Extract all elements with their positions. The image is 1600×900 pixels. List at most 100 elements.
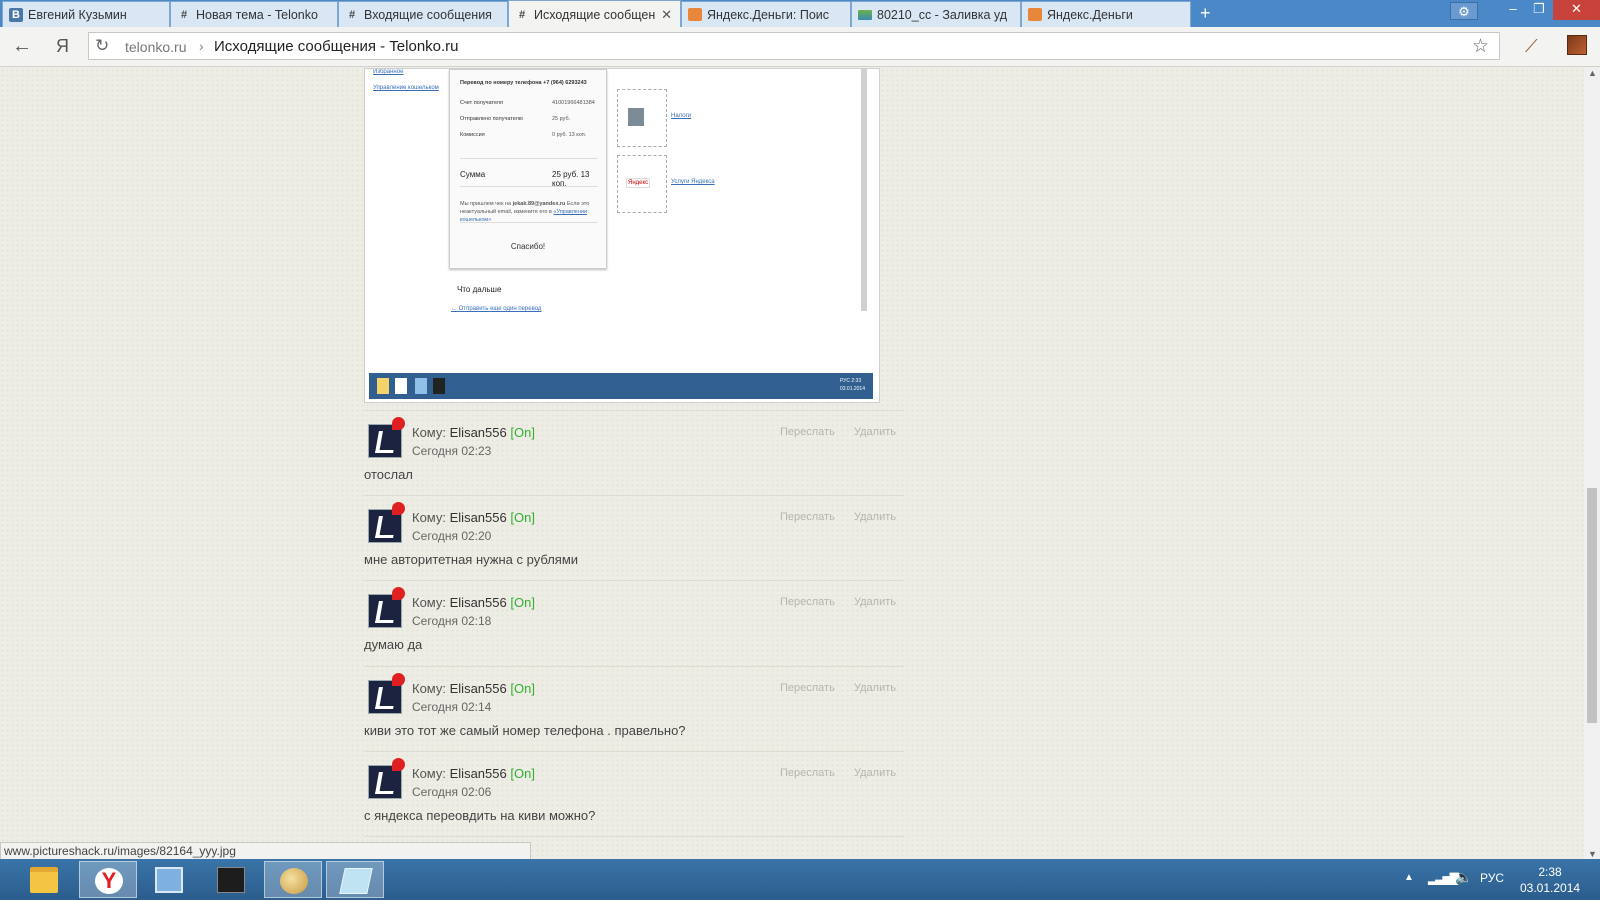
bookmark-star-icon[interactable]: ☆ — [1472, 35, 1489, 58]
close-tab-icon[interactable]: ✕ — [661, 7, 672, 23]
message-time: Сегодня 02:20 — [412, 529, 492, 543]
scroll-down-icon[interactable]: ▼ — [1588, 849, 1597, 859]
santa-hat-icon — [392, 502, 405, 515]
forward-button[interactable]: Переслать — [780, 596, 835, 608]
forward-button[interactable]: Переслать — [780, 767, 835, 779]
reload-icon[interactable]: ↻ — [95, 36, 109, 56]
embedded-screenshot-image[interactable]: Избранное Управление кошельком Перевод п… — [364, 68, 880, 403]
yandex-home-button[interactable]: Я — [56, 36, 69, 57]
message-time: Сегодня 02:06 — [412, 785, 492, 799]
forward-button[interactable]: Переслать — [780, 511, 835, 523]
taskbar-control-panel[interactable] — [140, 861, 198, 898]
image-icon — [858, 9, 872, 20]
receipt-heading: Перевод по номеру телефона +7 (964) 6293… — [460, 80, 587, 86]
vk-icon: B — [9, 7, 23, 22]
online-status: [On] — [510, 595, 535, 610]
language-indicator[interactable]: РУС — [1480, 871, 1504, 885]
page-content: Избранное Управление кошельком Перевод п… — [0, 68, 1584, 859]
address-page-title: Исходящие сообщения - Telonko.ru — [214, 38, 459, 55]
recipient-username[interactable]: Elisan556 — [450, 425, 507, 440]
receipt-label: Комиссия — [460, 132, 485, 138]
tab-inbox[interactable]: # Входящие сообщения — [338, 1, 508, 27]
taskbar-paint[interactable] — [264, 861, 322, 898]
address-bar[interactable]: ↻ telonko.ru › Исходящие сообщения - Tel… — [88, 32, 1500, 60]
taskbar-apps[interactable] — [202, 861, 260, 898]
extension-tool-icon[interactable]: ⟋ — [1525, 36, 1538, 57]
receipt-label: Отправлено получателю — [460, 116, 523, 122]
delete-button[interactable]: Удалить — [854, 426, 896, 438]
receipt-sum-label: Сумма — [460, 170, 486, 179]
taskbar-notepad[interactable] — [326, 861, 384, 898]
recipient-username[interactable]: Elisan556 — [450, 681, 507, 696]
to-label: Кому: — [412, 595, 446, 610]
tab-yandex-money[interactable]: Яндекс.Деньги — [1021, 1, 1191, 27]
tray-expand-icon[interactable]: ▲ — [1404, 872, 1414, 883]
settings-gear-icon[interactable]: ⚙ — [1450, 2, 1478, 20]
note-email: jekak.89@yandex.ru — [512, 201, 566, 207]
forward-button[interactable]: Переслать — [780, 682, 835, 694]
receipt-value: 41001966481384 — [552, 100, 595, 106]
to-label: Кому: — [412, 681, 446, 696]
back-arrow-icon[interactable]: ← — [12, 35, 32, 58]
minimize-button[interactable]: – — [1500, 0, 1526, 20]
recipient-username[interactable]: Elisan556 — [450, 766, 507, 781]
online-status: [On] — [510, 766, 535, 781]
mini-clock: РУС 2:33 03.01.2014 — [840, 377, 865, 393]
santa-hat-icon — [392, 587, 405, 600]
to-label: Кому: — [412, 425, 446, 440]
next-link-text: Отправить еще один перевод — [458, 306, 542, 312]
receipt-thanks: Спасибо! — [510, 242, 546, 251]
receipt-value: 25 руб. — [552, 116, 571, 122]
scroll-up-icon[interactable]: ▲ — [1588, 68, 1597, 78]
folder-icon — [30, 867, 58, 893]
recipient-username[interactable]: Elisan556 — [450, 595, 507, 610]
maximize-button[interactable]: ❐ — [1526, 0, 1552, 20]
receipt-divider — [460, 186, 598, 187]
extension-avatar-icon[interactable] — [1567, 35, 1587, 55]
tab-vk[interactable]: B Евгений Кузьмин — [2, 1, 170, 27]
message-text: мне авторитетная нужна с рублями — [364, 552, 579, 567]
taskbar-explorer[interactable] — [15, 861, 73, 898]
clock-date: 03.01.2014 — [1520, 881, 1581, 895]
paint-icon — [280, 868, 308, 894]
delete-button[interactable]: Удалить — [854, 596, 896, 608]
message-recipient: Кому: Elisan556 [On] — [412, 595, 535, 610]
tab-title: Входящие сообщения — [364, 7, 492, 22]
message-text: отослал — [364, 467, 413, 482]
page-scrollbar[interactable]: ▲ ▼ — [1584, 68, 1600, 859]
delete-button[interactable]: Удалить — [854, 682, 896, 694]
to-label: Кому: — [412, 766, 446, 781]
message-time: Сегодня 02:18 — [412, 614, 492, 628]
tab-new-topic[interactable]: # Новая тема - Telonko — [170, 1, 338, 27]
to-label: Кому: — [412, 510, 446, 525]
tab-image-upload[interactable]: 80210_cc - Заливка уд — [851, 1, 1021, 27]
network-signal-icon[interactable]: ▂▃▅▇ — [1428, 871, 1459, 885]
browser-toolbar: ← Я ↻ telonko.ru › Исходящие сообщения -… — [0, 27, 1600, 67]
panel-icon — [415, 378, 427, 394]
scrollbar-thumb[interactable] — [1587, 488, 1597, 723]
receipt-value: 0 руб. 13 коп. — [552, 132, 587, 138]
tab-title: Яндекс.Деньги — [1047, 7, 1133, 22]
recipient-username[interactable]: Elisan556 — [450, 510, 507, 525]
new-tab-button[interactable]: + — [1200, 4, 1211, 22]
delete-button[interactable]: Удалить — [854, 767, 896, 779]
delete-button[interactable]: Удалить — [854, 511, 896, 523]
receipt-divider — [460, 222, 598, 223]
forward-button[interactable]: Переслать — [780, 426, 835, 438]
control-panel-icon — [155, 867, 183, 893]
next-link: ← Отправить еще один перевод — [451, 306, 542, 312]
tab-yandex-money-search[interactable]: Яндекс.Деньги: Поис — [681, 1, 851, 27]
tab-outbox[interactable]: # Исходящие сообщен ✕ — [508, 0, 681, 28]
message-time: Сегодня 02:14 — [412, 700, 492, 714]
close-window-button[interactable]: ✕ — [1553, 0, 1600, 20]
mini-time: 2:33 — [851, 378, 862, 384]
message-text: киви это тот же самый номер телефона . п… — [364, 723, 686, 738]
message-text: с яндекса переовдить на киви можно? — [364, 808, 596, 823]
tab-title: Новая тема - Telonko — [196, 7, 318, 22]
volume-icon[interactable]: 🔈 — [1455, 869, 1472, 886]
tray-clock[interactable]: 2:38 03.01.2014 — [1520, 864, 1580, 896]
taskbar-yandex-browser[interactable]: Y — [79, 861, 137, 898]
santa-hat-icon — [392, 417, 405, 430]
folder-icon — [377, 378, 389, 394]
service-card-yandex: Яндекс — [617, 155, 667, 213]
